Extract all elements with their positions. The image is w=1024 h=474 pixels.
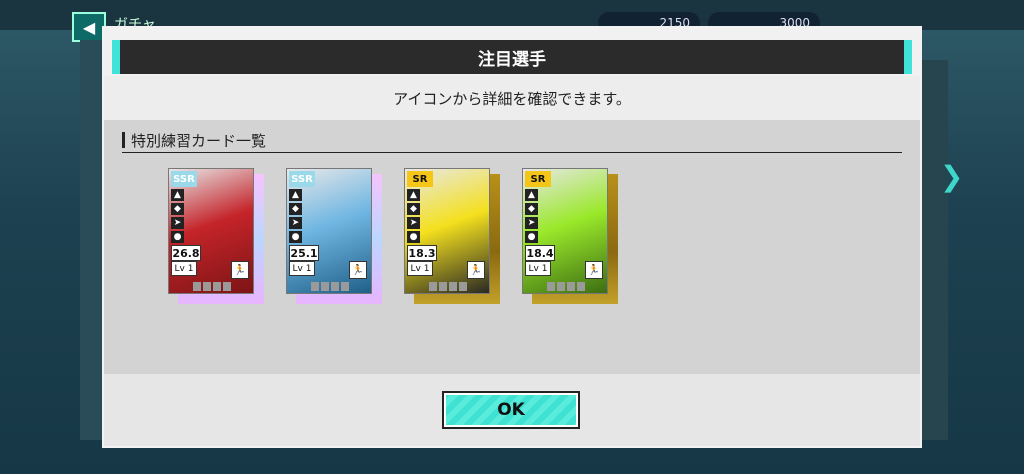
card-face: SSR ▲ ◆ ➤ ● 26.8 Lv 1 🏃 <box>168 168 254 294</box>
slot <box>341 282 349 291</box>
running-player-icon: 🏃 <box>231 261 249 279</box>
card-face: SR ▲ ◆ ➤ ● 18.4 Lv 1 🏃 <box>522 168 608 294</box>
skill-icon: ● <box>525 231 538 243</box>
dialog-title: 注目選手 <box>112 40 912 74</box>
slot <box>321 282 329 291</box>
slot <box>577 282 585 291</box>
skill-icon: ● <box>407 231 420 243</box>
running-player-icon: 🏃 <box>585 261 603 279</box>
skill-icons: ▲ ◆ ➤ ● <box>289 189 303 245</box>
skill-icon: ◆ <box>407 203 420 215</box>
skill-icon: ◆ <box>525 203 538 215</box>
slot <box>203 282 211 291</box>
ok-button[interactable]: OK <box>442 391 580 429</box>
skill-icon: ▲ <box>525 189 538 201</box>
slot <box>459 282 467 291</box>
slot <box>429 282 437 291</box>
slot <box>449 282 457 291</box>
skill-icon: ▲ <box>171 189 184 201</box>
dialog-footer: OK <box>104 374 920 446</box>
level-label: Lv 1 <box>407 261 433 276</box>
section-header: 特別練習カード一覧 <box>122 128 902 153</box>
skill-icons: ▲ ◆ ➤ ● <box>171 189 185 245</box>
slot-indicators <box>547 282 585 291</box>
skill-icon: ◆ <box>289 203 302 215</box>
dialog-body: 特別練習カード一覧 SSR ▲ ◆ ➤ ● 26.8 Lv 1 🏃 SSR ▲ … <box>104 120 920 374</box>
skill-icon: ▲ <box>289 189 302 201</box>
skill-icon: ● <box>289 231 302 243</box>
skill-icon: ➤ <box>525 217 538 229</box>
skill-icon: ◆ <box>171 203 184 215</box>
back-button[interactable]: ◀ <box>72 12 106 42</box>
section-bar <box>122 132 125 148</box>
rarity-badge: SSR <box>171 171 197 187</box>
running-player-icon: 🏃 <box>349 261 367 279</box>
left-panel <box>80 40 104 440</box>
slot-indicators <box>193 282 231 291</box>
slot <box>193 282 201 291</box>
card-face: SSR ▲ ◆ ➤ ● 25.1 Lv 1 🏃 <box>286 168 372 294</box>
card-face: SR ▲ ◆ ➤ ● 18.3 Lv 1 🏃 <box>404 168 490 294</box>
level-label: Lv 1 <box>525 261 551 276</box>
slot <box>547 282 555 291</box>
level-label: Lv 1 <box>171 261 197 276</box>
player-card[interactable]: SR ▲ ◆ ➤ ● 18.3 Lv 1 🏃 <box>404 168 500 304</box>
rating-value: 25.1 <box>289 245 319 261</box>
level-label: Lv 1 <box>289 261 315 276</box>
right-panel <box>922 60 948 440</box>
slot <box>223 282 231 291</box>
skill-icon: ➤ <box>171 217 184 229</box>
skill-icon: ▲ <box>407 189 420 201</box>
slot-indicators <box>429 282 467 291</box>
slot-indicators <box>311 282 349 291</box>
rarity-badge: SR <box>525 171 551 187</box>
rarity-badge: SR <box>407 171 433 187</box>
chevron-right-icon: ❯ <box>940 160 964 193</box>
dialog-subtitle: アイコンから詳細を確認できます。 <box>104 76 920 120</box>
skill-icons: ▲ ◆ ➤ ● <box>407 189 421 245</box>
dialog-header: 注目選手 <box>104 28 920 76</box>
slot <box>439 282 447 291</box>
skill-icon: ➤ <box>289 217 302 229</box>
player-card[interactable]: SR ▲ ◆ ➤ ● 18.4 Lv 1 🏃 <box>522 168 618 304</box>
featured-players-dialog: 注目選手 アイコンから詳細を確認できます。 特別練習カード一覧 SSR ▲ ◆ … <box>104 28 920 446</box>
rating-value: 18.3 <box>407 245 437 261</box>
slot <box>567 282 575 291</box>
player-card[interactable]: SSR ▲ ◆ ➤ ● 25.1 Lv 1 🏃 <box>286 168 382 304</box>
skill-icon: ➤ <box>407 217 420 229</box>
slot <box>311 282 319 291</box>
player-card[interactable]: SSR ▲ ◆ ➤ ● 26.8 Lv 1 🏃 <box>168 168 264 304</box>
slot <box>213 282 221 291</box>
section-title: 特別練習カード一覧 <box>131 131 267 150</box>
rating-value: 26.8 <box>171 245 201 261</box>
chevron-left-icon: ◀ <box>82 17 96 37</box>
skill-icon: ● <box>171 231 184 243</box>
slot <box>557 282 565 291</box>
running-player-icon: 🏃 <box>467 261 485 279</box>
slot <box>331 282 339 291</box>
rating-value: 18.4 <box>525 245 555 261</box>
skill-icons: ▲ ◆ ➤ ● <box>525 189 539 245</box>
rarity-badge: SSR <box>289 171 315 187</box>
